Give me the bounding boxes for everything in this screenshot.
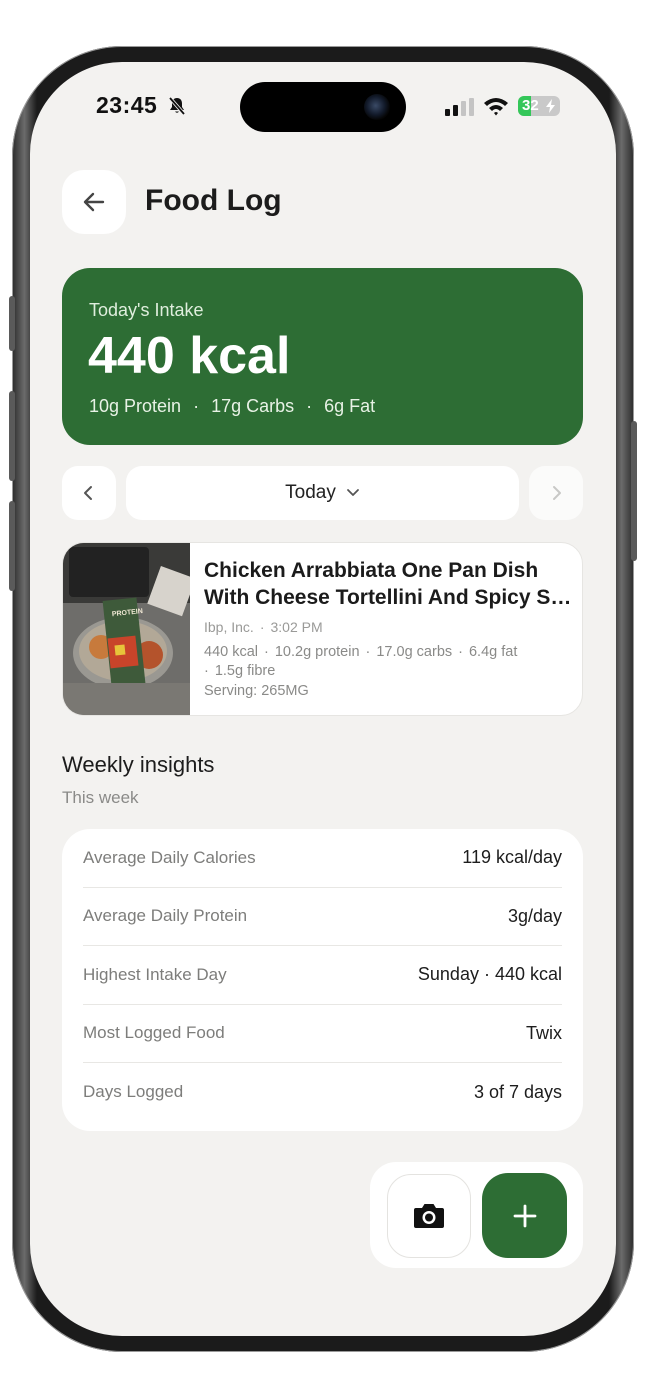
insight-row: Average Daily Calories 119 kcal/day [83,829,562,888]
insight-label: Most Logged Food [83,1023,225,1043]
app-screen: 23:45 32 Food Log Today's Intake 440 kca [30,62,616,1336]
separator: · [264,644,269,660]
intake-summary-card: Today's Intake 440 kcal 10g Protein · 17g … [62,268,583,445]
food-photo: PROTEIN [63,543,190,715]
chevron-left-icon [84,486,92,500]
food-protein: 10.2g protein [274,644,360,660]
insight-label: Average Daily Protein [83,906,248,926]
insight-value: 119 kcal/day [462,847,562,868]
status-time: 23:45 [96,92,158,118]
power-button [631,421,637,561]
separator: · [306,396,313,416]
insight-value: Twix [526,1022,562,1043]
food-serving: Serving: 265MG [204,683,309,699]
insight-value: 3g/day [507,905,562,926]
chevron-right-icon [553,486,561,500]
add-food-button[interactable] [482,1173,567,1258]
bell-slash-icon [168,96,186,116]
insight-value: 3 of 7 days [473,1081,562,1102]
front-camera [364,94,390,120]
separator: · [193,396,200,416]
intake-protein: 10g Protein [89,396,182,416]
battery-percent: 32 [522,97,539,114]
chevron-down-icon [346,489,359,496]
previous-day-button[interactable] [62,466,116,520]
insight-row: Days Logged 3 of 7 days [83,1063,562,1122]
food-nutrition: 440 kcal · 10.2g protein · 17.0g carbs · 6.4g … [204,643,574,681]
intake-carbs: 17g Carbs [211,396,295,416]
action-bar [370,1162,583,1268]
insight-row: Most Logged Food Twix [83,1005,562,1063]
insight-row: Average Daily Protein 3g/day [83,888,562,946]
insights-title: Weekly insights [62,752,215,777]
cellular-signal-icon [445,98,474,116]
insight-label: Highest Intake Day [83,964,227,984]
food-name-line-2: With Cheese Tortellini And Spicy Sauce [204,586,572,609]
battery-indicator: 32 [518,96,560,116]
food-name-line-1: Chicken Arrabbiata One Pan Dish [204,559,539,582]
date-dropdown[interactable]: Today [126,466,519,520]
food-meta: Ibp, Inc. · 3:02 PM [204,619,323,635]
food-brand: Ibp, Inc. [204,619,254,635]
separator: · [458,644,463,660]
insight-value: Sunday · 440 kcal [417,964,562,985]
insight-label: Average Daily Calories [83,847,256,867]
back-button[interactable] [62,170,126,234]
next-day-button[interactable] [529,466,583,520]
insights-card: Average Daily Calories 119 kcal/day Aver… [62,829,583,1131]
food-time: 3:02 PM [270,619,323,635]
camera-icon [414,1204,444,1228]
food-entry-card[interactable]: PROTEIN Chicken Arrabbiata One Pan Dish … [62,542,583,716]
food-carbs: 17.0g carbs [376,644,453,660]
action-button [9,296,15,351]
separator: · [365,644,371,660]
intake-calories: 440 kcal [88,327,291,385]
food-name: Chicken Arrabbiata One Pan Dish With Che… [204,557,572,611]
intake-fat: 6g Fat [324,396,376,416]
insight-row: Highest Intake Day Sunday · 440 kcal [83,946,562,1005]
separator: · [204,663,209,679]
arrow-left-icon [83,192,105,212]
wifi-icon [484,98,508,116]
date-label: Today [285,482,336,503]
dynamic-island [240,82,406,132]
separator: · [259,619,265,635]
insights-subtitle: This week [62,788,139,807]
plus-icon [513,1204,536,1227]
food-kcal: 440 kcal [204,644,259,660]
page-title: Food Log [145,184,282,217]
insight-label: Days Logged [83,1082,184,1102]
intake-label: Today's Intake [89,300,204,320]
volume-up-button [9,391,15,481]
volume-down-button [9,501,15,591]
food-fat: 6.4g fat [468,644,518,660]
charging-bolt-icon [546,99,555,113]
intake-macros: 10g Protein · 17g Carbs · 6g Fat [89,396,375,417]
camera-button[interactable] [387,1174,471,1258]
food-fibre: 1.5g fibre [214,663,276,679]
